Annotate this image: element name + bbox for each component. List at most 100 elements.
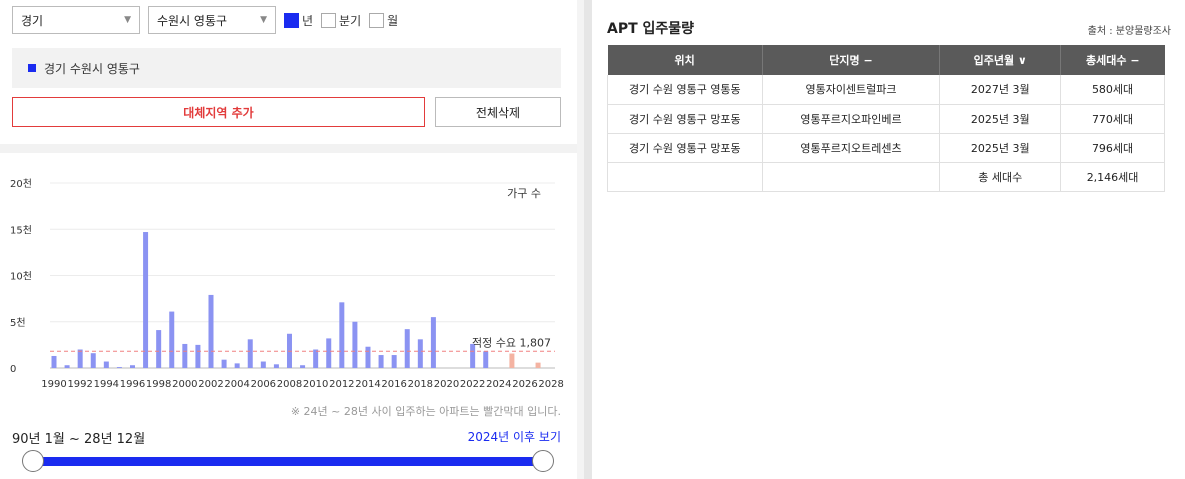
add-alternative-region-button[interactable]: 대체지역 추가 [12, 97, 425, 127]
table-cell: 580세대 [1060, 75, 1165, 105]
table-header-row: 위치 단지명 − 입주년월 ∨ 총세대수 − [607, 45, 1165, 75]
chart-bar [116, 367, 122, 368]
left-panel: 경기 ▼ 수원시 영통구 ▼ 년 분기 월 경기 수원시 영통구 대체지역 추가… [0, 0, 577, 479]
x-tick-label: 1998 [146, 379, 171, 390]
chart-bar [208, 294, 214, 368]
panel-divider [584, 0, 592, 479]
period-range-slider[interactable] [22, 448, 554, 474]
table-cell: 770세대 [1060, 104, 1165, 134]
x-tick-label: 2012 [329, 379, 354, 390]
x-tick-label: 2020 [434, 379, 459, 390]
chart-bar [273, 364, 279, 368]
chart-bar [378, 355, 384, 368]
supply-title: APT 입주물량 [607, 21, 695, 37]
slider-end-handle[interactable] [532, 450, 554, 472]
chart-bar [234, 363, 240, 368]
period-quarter-label: 분기 [339, 13, 362, 28]
checkbox-unchecked-icon [369, 12, 385, 28]
chart-bar [339, 302, 345, 368]
table-cell: 2025년 3월 [939, 133, 1062, 163]
chart-bar [535, 362, 541, 368]
selected-region-box: 경기 수원시 영통구 [12, 48, 561, 88]
page: 경기 ▼ 수원시 영통구 ▼ 년 분기 월 경기 수원시 영통구 대체지역 추가… [0, 0, 1185, 479]
y-tick-label: 15천 [10, 224, 32, 236]
chart-bar [391, 355, 397, 368]
chart-bar [64, 365, 70, 368]
chart-bar [404, 329, 410, 368]
period-quarter-checkbox[interactable]: 분기 [321, 12, 361, 29]
checkbox-checked-icon [284, 12, 299, 28]
table-cell: 영통자이센트럴파크 [762, 75, 941, 105]
table-cell [762, 162, 941, 192]
chart-svg: 05천10천15천20천적정 수요 1,807가구 수1990 1992 1994 1… [10, 178, 564, 390]
chart-note: ※ 24년 ~ 28년 사이 입주하는 아파트는 빨간막대 입니다. [290, 405, 561, 418]
section-separator [0, 144, 577, 153]
table-total-row: 총 세대수 2,146세대 [607, 162, 1165, 192]
table-row: 경기 수원 영통구 망포동 영통푸르지오파인베르 2025년 3월 770세대 [607, 104, 1165, 134]
chart-bar [77, 349, 83, 368]
district-select[interactable]: 수원시 영통구 ▼ [148, 6, 276, 34]
x-tick-label: 2004 [224, 379, 249, 390]
right-panel: APT 입주물량 출처 : 분양물량조사 위치 단지명 − 입주년월 ∨ 총세대… [592, 0, 1185, 479]
table-cell: 경기 수원 영통구 영통동 [607, 75, 763, 105]
filter-row: 경기 ▼ 수원시 영통구 ▼ 년 분기 월 [12, 6, 398, 34]
chart-legend-label: 가구 수 [507, 187, 541, 200]
chart-bar [483, 351, 489, 368]
chart-bar [156, 330, 162, 368]
region-legend-square-icon [28, 64, 36, 72]
total-label: 총 세대수 [939, 162, 1062, 192]
delete-all-button[interactable]: 전체삭제 [435, 97, 561, 127]
y-tick-label: 0 [10, 364, 16, 375]
x-tick-label: 1996 [120, 379, 145, 390]
chart-bar [365, 346, 371, 368]
x-tick-label: 2000 [172, 379, 197, 390]
range-row: 90년 1월 ~ 28년 12월 2024년 이후 보기 [12, 428, 561, 447]
view-after-2024-link[interactable]: 2024년 이후 보기 [468, 428, 561, 447]
x-tick-label: 2016 [381, 379, 406, 390]
supply-bar-chart: 0 5천 10천 15천 20천 적정 수요 1,807 가구 수 1990 1992 1994 1… [0, 160, 577, 400]
table-cell: 경기 수원 영통구 망포동 [607, 133, 763, 163]
total-value: 2,146세대 [1060, 162, 1165, 192]
period-year-label: 년 [302, 13, 314, 28]
x-tick-label: 2014 [355, 379, 380, 390]
chart-bar [103, 361, 109, 368]
chevron-down-icon: ▼ [260, 15, 267, 25]
table-cell: 영통푸르지오트레센츠 [762, 133, 941, 163]
chart-bar [260, 361, 266, 368]
demand-label: 적정 수요 1,807 [472, 336, 551, 349]
slider-start-handle[interactable] [22, 450, 44, 472]
chart-bar [430, 317, 436, 368]
province-select-value: 경기 [21, 13, 44, 28]
column-header-move-in-sort[interactable]: 입주년월 ∨ [939, 45, 1062, 75]
supply-table: 위치 단지명 − 입주년월 ∨ 총세대수 − 경기 수원 영통구 영통동 영통자… [607, 45, 1165, 192]
x-tick-label: 2024 [486, 379, 511, 390]
slider-track [32, 457, 544, 466]
table-cell: 2027년 3월 [939, 75, 1062, 105]
supply-source: 출처 : 분양물량조사 [1087, 26, 1171, 37]
chart-bar [300, 365, 306, 368]
checkbox-unchecked-icon [321, 12, 337, 28]
column-header-units-sort[interactable]: 총세대수 − [1060, 45, 1165, 75]
x-tick-label: 2006 [251, 379, 276, 390]
column-header-complex-sort[interactable]: 단지명 − [762, 45, 941, 75]
period-month-checkbox[interactable]: 월 [369, 12, 398, 29]
x-tick-label: 2022 [460, 379, 485, 390]
chart-bar [352, 321, 358, 368]
x-tick-label: 2002 [198, 379, 223, 390]
period-year-checkbox[interactable]: 년 [284, 12, 313, 29]
chart-bar [143, 232, 149, 368]
range-label: 90년 1월 ~ 28년 12월 [12, 432, 146, 447]
table-row: 경기 수원 영통구 영통동 영통자이센트럴파크 2027년 3월 580세대 [607, 75, 1165, 105]
y-tick-label: 5천 [10, 317, 26, 329]
x-tick-label: 2018 [408, 379, 433, 390]
chart-bar [313, 349, 319, 368]
x-tick-label: 1990 [41, 379, 66, 390]
chart-bar [247, 339, 253, 368]
x-tick-label: 2026 [512, 379, 537, 390]
province-select[interactable]: 경기 ▼ [12, 6, 140, 34]
y-tick-label: 10천 [10, 271, 32, 283]
chart-bar [326, 338, 332, 368]
table-row: 경기 수원 영통구 망포동 영통푸르지오트레센츠 2025년 3월 796세대 [607, 133, 1165, 163]
table-cell: 796세대 [1060, 133, 1165, 163]
table-cell: 2025년 3월 [939, 104, 1062, 134]
